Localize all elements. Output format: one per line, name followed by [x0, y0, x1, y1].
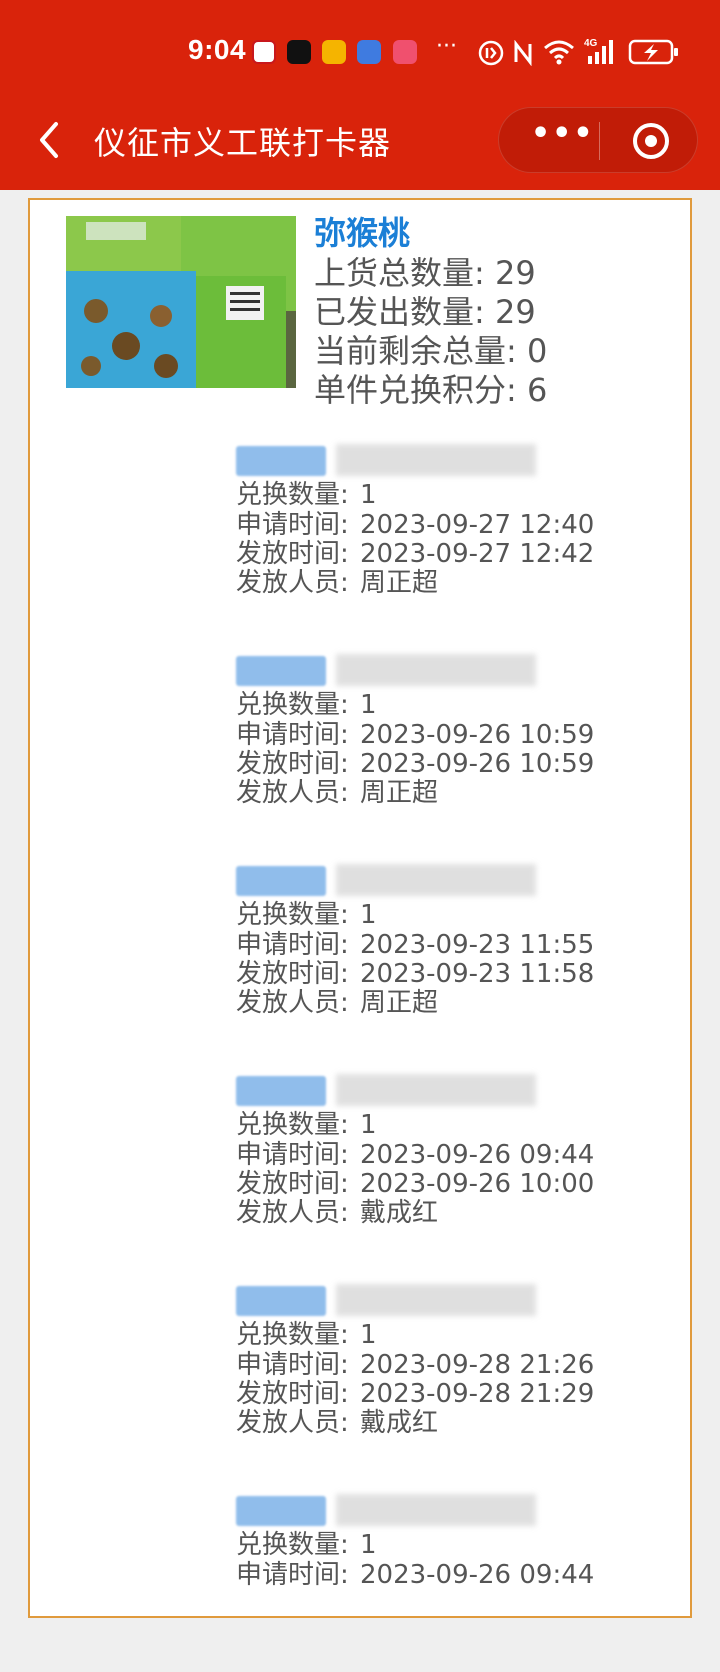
redacted-user	[236, 652, 546, 686]
status-time: 9:04	[188, 34, 247, 65]
more-options-button[interactable]: •••	[531, 116, 595, 151]
wifi-icon	[544, 40, 574, 65]
redacted-user	[236, 862, 546, 896]
miniprogram-capsule: •••	[498, 107, 698, 173]
product-image	[66, 216, 296, 388]
redacted-user	[236, 1282, 546, 1316]
capsule-divider	[599, 122, 600, 160]
redemption-record: 兑换数量: 1 申请时间: 2023-09-27 12:40 发放时间: 2023-0…	[30, 442, 690, 622]
mail-icon	[322, 40, 346, 64]
redemption-record: 兑换数量: 1 申请时间: 2023-09-23 11:55 发放时间: 2023-0…	[30, 862, 690, 1042]
tiktok-icon	[287, 40, 311, 64]
call-status-icon	[478, 40, 504, 66]
redacted-user	[236, 442, 546, 476]
redacted-user	[236, 1492, 546, 1526]
points-per-item: 单件兑换积分: 6	[314, 371, 548, 409]
redemption-record: 兑换数量: 1 申请时间: 2023-09-26 10:59 发放时间: 2023-0…	[30, 652, 690, 832]
redemption-record: 兑换数量: 1 申请时间: 2023-09-28 21:26 发放时间: 2023-0…	[30, 1282, 690, 1462]
signal-4g-icon: 4G	[584, 38, 613, 64]
page-title: 仪征市义工联打卡器	[94, 124, 392, 162]
redemption-record: 兑换数量: 1 申请时间: 2023-09-26 09:44	[30, 1492, 690, 1672]
product-card: 弥猴桃 上货总数量: 29 已发出数量: 29 当前剩余总量: 0 单件兑换积分…	[28, 198, 692, 1618]
battery-charging-icon	[628, 39, 678, 65]
svg-text:4G: 4G	[584, 38, 598, 49]
app-notification-icon	[393, 40, 417, 64]
data-transfer-icon	[357, 40, 381, 64]
redemption-record: 兑换数量: 1 申请时间: 2023-09-26 09:44 发放时间: 2023-0…	[30, 1072, 690, 1252]
nav-bar: 仪征市义工联打卡器 •••	[0, 100, 720, 180]
close-miniprogram-button[interactable]	[633, 123, 669, 159]
app-header: 9:04 ··· 4G 仪征市义工联打卡器 •••	[0, 0, 720, 190]
back-icon[interactable]	[32, 118, 72, 162]
more-notifications-icon: ···	[436, 34, 457, 59]
nfc-icon	[514, 40, 532, 66]
status-bar: 9:04 ··· 4G	[0, 30, 720, 76]
app-notification-icon	[252, 40, 276, 64]
redacted-user	[236, 1072, 546, 1106]
